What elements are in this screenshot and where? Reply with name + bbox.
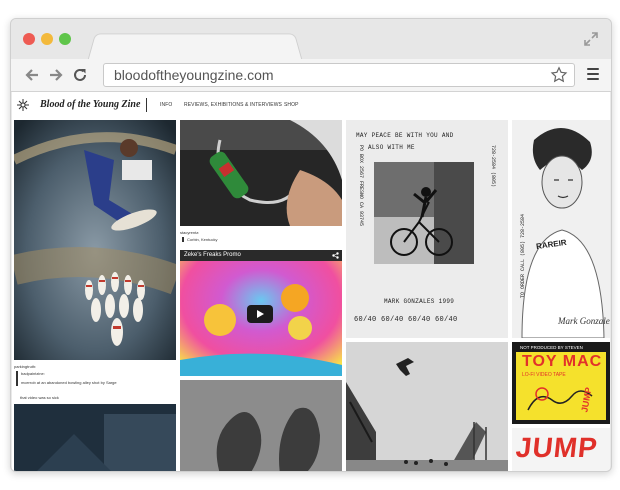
- toymac-line-2: LO-FI VIDEO TAPE: [522, 372, 566, 378]
- skatepark-jump-image: [346, 342, 508, 471]
- zine-signature: MARK GONZALES 1999: [384, 298, 455, 305]
- portrait-image: [512, 120, 610, 338]
- jump-text: JUMP: [514, 432, 600, 463]
- url-text: bloodoftheyoungzine.com: [114, 67, 274, 83]
- zine-cyclist-photo: [374, 162, 474, 264]
- photo-bowling-skater[interactable]: [14, 120, 176, 360]
- zine-line-2: ALSO WITH ME: [368, 144, 415, 151]
- close-window-button[interactable]: [23, 33, 35, 45]
- reblog-quote: badpaintzine: mcerrob at an abandoned bo…: [16, 371, 117, 386]
- bowling-photo-image: [14, 120, 176, 360]
- site-title[interactable]: Blood of the Young Zine: [40, 99, 140, 110]
- post-location: Corbin, Kentucky: [182, 237, 217, 242]
- nav-shop[interactable]: SHOP: [284, 102, 299, 108]
- photo-portrait-gonzales[interactable]: RAREIR TO ORDER CALL (805) 728-2584 Mark…: [512, 120, 610, 338]
- zine-prices: 60/40 60/40 60/40 60/40: [354, 316, 458, 324]
- zine-line-1: MAY PEACE BE WITH YOU AND: [356, 132, 454, 139]
- portrait-signature: Mark Gonzales: [558, 316, 610, 326]
- video-title-bar: Zeke's Freaks Promo: [180, 250, 342, 261]
- silhouettes-image: [180, 380, 342, 471]
- reblog-username[interactable]: badpaintzine:: [21, 371, 117, 377]
- post-username[interactable]: parkingtruth:: [14, 364, 36, 369]
- toymac-title: TOY MAC: [522, 353, 603, 370]
- play-button[interactable]: [247, 305, 273, 323]
- web-page: Blood of the Young Zine INFO REVIEWS, EX…: [12, 92, 610, 471]
- browser-tab[interactable]: [87, 33, 303, 62]
- skatepark-photo-image: [14, 404, 176, 471]
- forward-icon[interactable]: [47, 66, 65, 84]
- minimize-window-button[interactable]: [41, 33, 53, 45]
- flyer-jump[interactable]: JUMP: [512, 428, 610, 471]
- zine-phone: 728-2584 (805): [490, 145, 496, 188]
- soda-photo-image: [180, 120, 342, 226]
- star-icon[interactable]: [550, 66, 568, 84]
- photo-silhouettes[interactable]: [180, 380, 342, 471]
- nav-reviews[interactable]: REVIEWS, EXHIBITIONS & INTERVIEWS: [184, 102, 282, 108]
- nav-info[interactable]: INFO: [160, 102, 172, 108]
- site-logo-icon[interactable]: [16, 98, 30, 112]
- toymac-line-1: NOT PRODUCED BY STEVEN: [520, 345, 583, 350]
- maximize-window-button[interactable]: [59, 33, 71, 45]
- post-comment: that video was so sick: [20, 395, 59, 400]
- photo-soda-bottle[interactable]: [180, 120, 342, 226]
- video-title[interactable]: Zeke's Freaks Promo: [184, 252, 241, 258]
- site-header: Blood of the Young Zine INFO REVIEWS, EX…: [12, 92, 610, 118]
- back-icon[interactable]: [23, 66, 41, 84]
- reblog-text: mcerrob at an abandoned bowling alley sh…: [21, 380, 117, 385]
- header-divider: [146, 98, 147, 112]
- zine-address: PO BOX 2567 FRESNO CA 93745: [358, 145, 364, 227]
- menu-icon[interactable]: [587, 68, 599, 82]
- expand-icon[interactable]: [583, 31, 599, 47]
- browser-toolbar: bloodoftheyoungzine.com: [11, 59, 611, 92]
- video-embed[interactable]: Zeke's Freaks Promo: [180, 250, 342, 376]
- title-bar: [11, 19, 611, 62]
- share-icon[interactable]: [332, 252, 339, 259]
- address-bar[interactable]: bloodoftheyoungzine.com: [103, 63, 575, 87]
- zine-page-gonzales[interactable]: MAY PEACE BE WITH YOU AND ALSO WITH ME P…: [346, 120, 508, 338]
- flyer-toy-mac[interactable]: NOT PRODUCED BY STEVEN TOY MAC LO-FI VID…: [512, 342, 610, 424]
- portrait-order-text: TO ORDER CALL (805) 728-2584: [520, 213, 526, 298]
- photo-skatepark-jump[interactable]: [346, 342, 508, 471]
- reload-icon[interactable]: [71, 66, 89, 84]
- photo-skatepark-next[interactable]: [14, 404, 176, 471]
- toymac-drawing: JUMP: [527, 387, 594, 413]
- post-username[interactable]: stacyrentz:: [180, 230, 199, 235]
- browser-window: bloodoftheyoungzine.com Blood of the You…: [10, 18, 612, 472]
